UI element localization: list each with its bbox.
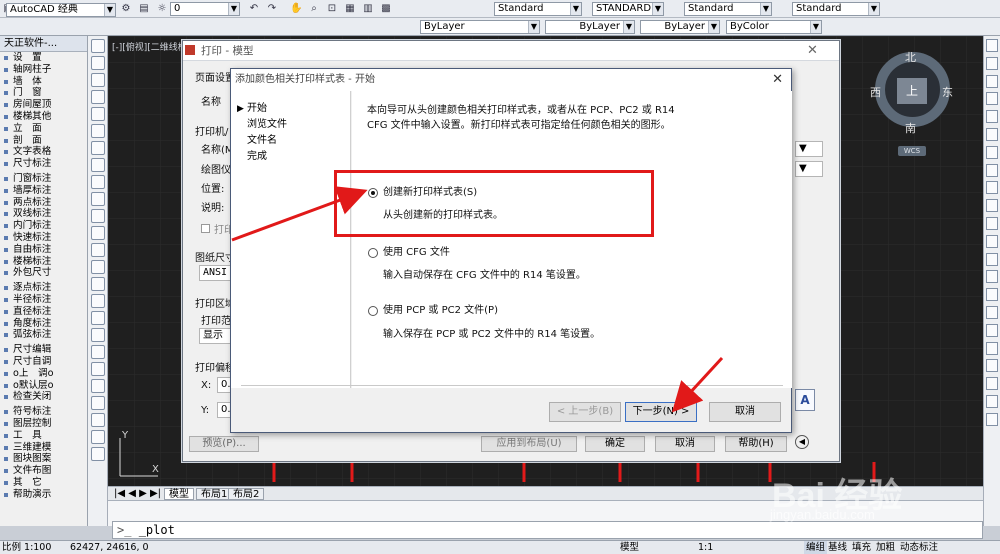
watermark-url: jingyan.baidu.com: [770, 507, 875, 522]
arrow-to-option: [231, 186, 368, 242]
arrow-to-next: [671, 356, 724, 413]
